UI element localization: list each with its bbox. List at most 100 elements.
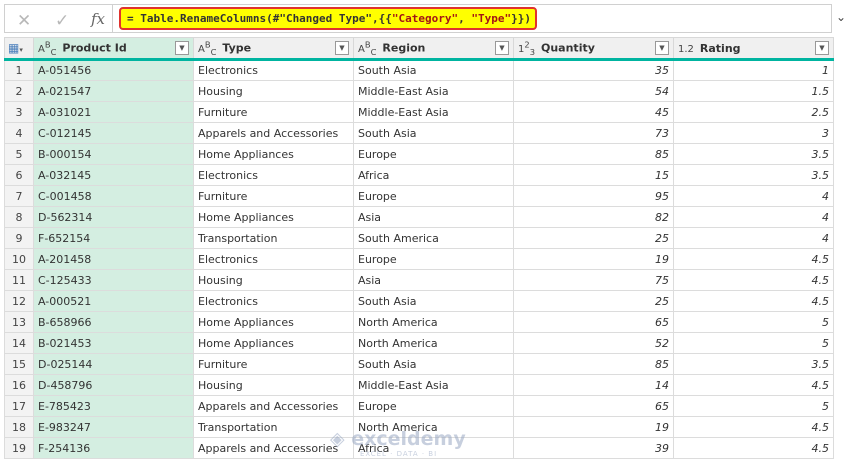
- product-id-cell[interactable]: A-051456: [33, 59, 194, 81]
- product-id-cell[interactable]: B-658966: [33, 311, 194, 333]
- region-cell[interactable]: Europe: [353, 143, 514, 165]
- formula-input[interactable]: = Table.RenameColumns(#"Changed Type",{{…: [119, 7, 537, 30]
- text-type-icon[interactable]: ABC: [358, 39, 376, 56]
- product-id-cell[interactable]: A-000521: [33, 290, 194, 312]
- whole-number-type-icon[interactable]: 123: [518, 39, 535, 56]
- product-id-cell[interactable]: A-201458: [33, 248, 194, 270]
- rating-cell[interactable]: 5: [673, 311, 834, 333]
- quantity-cell[interactable]: 82: [513, 206, 674, 228]
- quantity-cell[interactable]: 45: [513, 101, 674, 123]
- row-number[interactable]: 6: [4, 164, 34, 186]
- region-cell[interactable]: Europe: [353, 185, 514, 207]
- region-cell[interactable]: North America: [353, 332, 514, 354]
- type-cell[interactable]: Housing: [193, 269, 354, 291]
- expand-formula-chevron-icon[interactable]: ⌄: [836, 10, 846, 24]
- region-cell[interactable]: Europe: [353, 395, 514, 417]
- row-number[interactable]: 5: [4, 143, 34, 165]
- quantity-cell[interactable]: 85: [513, 143, 674, 165]
- product-id-cell[interactable]: E-785423: [33, 395, 194, 417]
- rating-cell[interactable]: 4.5: [673, 290, 834, 312]
- column-header-type[interactable]: ABC Type ▼: [193, 37, 354, 61]
- quantity-cell[interactable]: 25: [513, 227, 674, 249]
- rating-cell[interactable]: 5: [673, 395, 834, 417]
- quantity-cell[interactable]: 15: [513, 164, 674, 186]
- row-number[interactable]: 11: [4, 269, 34, 291]
- region-cell[interactable]: South Asia: [353, 122, 514, 144]
- product-id-cell[interactable]: F-652154: [33, 227, 194, 249]
- row-number[interactable]: 16: [4, 374, 34, 396]
- region-cell[interactable]: Asia: [353, 206, 514, 228]
- product-id-cell[interactable]: D-025144: [33, 353, 194, 375]
- quantity-cell[interactable]: 35: [513, 59, 674, 81]
- region-cell[interactable]: Middle-East Asia: [353, 101, 514, 123]
- region-cell[interactable]: South Asia: [353, 59, 514, 81]
- type-cell[interactable]: Electronics: [193, 290, 354, 312]
- type-cell[interactable]: Furniture: [193, 185, 354, 207]
- product-id-cell[interactable]: B-000154: [33, 143, 194, 165]
- rating-cell[interactable]: 4: [673, 185, 834, 207]
- row-number[interactable]: 9: [4, 227, 34, 249]
- type-cell[interactable]: Housing: [193, 80, 354, 102]
- row-number[interactable]: 19: [4, 437, 34, 459]
- region-cell[interactable]: Europe: [353, 248, 514, 270]
- column-header-quantity[interactable]: 123 Quantity ▼: [513, 37, 674, 61]
- row-number[interactable]: 15: [4, 353, 34, 375]
- filter-dropdown-icon[interactable]: ▼: [175, 41, 189, 55]
- region-cell[interactable]: Asia: [353, 269, 514, 291]
- type-cell[interactable]: Housing: [193, 374, 354, 396]
- column-header-region[interactable]: ABC Region ▼: [353, 37, 514, 61]
- rating-cell[interactable]: 4: [673, 206, 834, 228]
- filter-dropdown-icon[interactable]: ▼: [655, 41, 669, 55]
- type-cell[interactable]: Home Appliances: [193, 332, 354, 354]
- product-id-cell[interactable]: C-001458: [33, 185, 194, 207]
- rating-cell[interactable]: 3.5: [673, 143, 834, 165]
- quantity-cell[interactable]: 85: [513, 353, 674, 375]
- quantity-cell[interactable]: 52: [513, 332, 674, 354]
- product-id-cell[interactable]: A-031021: [33, 101, 194, 123]
- text-type-icon[interactable]: ABC: [38, 39, 56, 56]
- quantity-cell[interactable]: 14: [513, 374, 674, 396]
- product-id-cell[interactable]: C-012145: [33, 122, 194, 144]
- product-id-cell[interactable]: D-458796: [33, 374, 194, 396]
- quantity-cell[interactable]: 19: [513, 248, 674, 270]
- confirm-icon[interactable]: ✓: [55, 11, 69, 31]
- region-cell[interactable]: South Asia: [353, 353, 514, 375]
- rating-cell[interactable]: 3.5: [673, 164, 834, 186]
- quantity-cell[interactable]: 19: [513, 416, 674, 438]
- rating-cell[interactable]: 1: [673, 59, 834, 81]
- type-cell[interactable]: Home Appliances: [193, 143, 354, 165]
- type-cell[interactable]: Transportation: [193, 416, 354, 438]
- type-cell[interactable]: Furniture: [193, 353, 354, 375]
- rating-cell[interactable]: 4.5: [673, 374, 834, 396]
- region-cell[interactable]: Africa: [353, 437, 514, 459]
- type-cell[interactable]: Home Appliances: [193, 311, 354, 333]
- product-id-cell[interactable]: D-562314: [33, 206, 194, 228]
- text-type-icon[interactable]: ABC: [198, 39, 216, 56]
- row-number[interactable]: 3: [4, 101, 34, 123]
- product-id-cell[interactable]: A-021547: [33, 80, 194, 102]
- rating-cell[interactable]: 4.5: [673, 269, 834, 291]
- rating-cell[interactable]: 4.5: [673, 248, 834, 270]
- type-cell[interactable]: Electronics: [193, 248, 354, 270]
- row-number[interactable]: 4: [4, 122, 34, 144]
- row-number[interactable]: 14: [4, 332, 34, 354]
- quantity-cell[interactable]: 73: [513, 122, 674, 144]
- table-menu-button[interactable]: ▦▾: [4, 37, 34, 61]
- column-header-rating[interactable]: 1.2 Rating ▼: [673, 37, 834, 61]
- row-number[interactable]: 8: [4, 206, 34, 228]
- row-number[interactable]: 10: [4, 248, 34, 270]
- rating-cell[interactable]: 5: [673, 332, 834, 354]
- rating-cell[interactable]: 4.5: [673, 416, 834, 438]
- type-cell[interactable]: Electronics: [193, 164, 354, 186]
- type-cell[interactable]: Apparels and Accessories: [193, 437, 354, 459]
- quantity-cell[interactable]: 39: [513, 437, 674, 459]
- row-number[interactable]: 12: [4, 290, 34, 312]
- filter-dropdown-icon[interactable]: ▼: [495, 41, 509, 55]
- region-cell[interactable]: North America: [353, 416, 514, 438]
- cancel-icon[interactable]: ✕: [17, 11, 31, 31]
- row-number[interactable]: 2: [4, 80, 34, 102]
- decimal-type-icon[interactable]: 1.2: [678, 44, 694, 55]
- type-cell[interactable]: Furniture: [193, 101, 354, 123]
- rating-cell[interactable]: 4: [673, 227, 834, 249]
- row-number[interactable]: 13: [4, 311, 34, 333]
